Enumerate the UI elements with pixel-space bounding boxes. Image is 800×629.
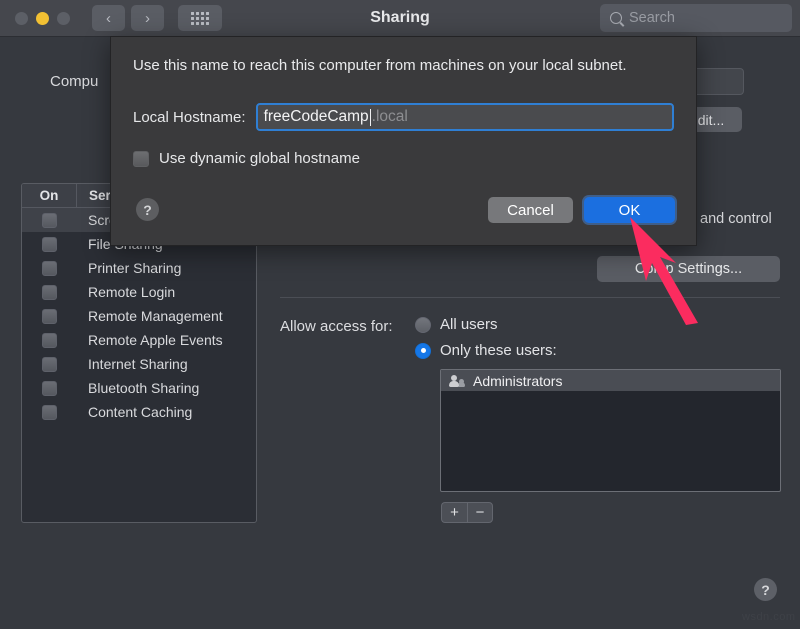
service-label: Remote Login [76,284,175,300]
service-checkbox-wrap[interactable] [22,381,76,396]
user-label: Administrators [473,373,562,389]
service-row-printer-sharing[interactable]: Printer Sharing [22,256,256,280]
checkbox-icon[interactable] [42,285,57,300]
checkbox-icon[interactable] [42,261,57,276]
chevron-right-icon: › [145,11,150,26]
radio-button-icon[interactable] [415,317,431,333]
service-label: Content Caching [76,404,192,420]
dialog-description: Use this name to reach this computer fro… [133,55,633,76]
checkbox-icon[interactable] [42,213,57,228]
search-placeholder: Search [629,10,675,26]
dynamic-global-hostname-row[interactable]: Use dynamic global hostname [133,150,360,167]
hostname-suffix: .local [372,108,408,126]
allow-access-label: Allow access for: [280,318,393,335]
group-users-icon [449,375,465,387]
radio-only-these-users[interactable]: Only these users: [415,342,557,359]
list-item[interactable]: Administrators [441,370,780,391]
navigation-button-group: ‹ › [92,5,164,31]
back-button[interactable]: ‹ [92,5,125,31]
window-titlebar: ‹ › Sharing Search [0,0,800,37]
service-row-content-caching[interactable]: Content Caching [22,400,256,424]
service-checkbox-wrap[interactable] [22,261,76,276]
chevron-left-icon: ‹ [106,11,111,26]
service-checkbox-wrap[interactable] [22,405,76,420]
service-label: Remote Apple Events [76,332,223,348]
radio-button-selected-icon[interactable] [415,343,431,359]
hostname-value: freeCodeCamp [264,108,369,126]
service-row-bluetooth-sharing[interactable]: Bluetooth Sharing [22,376,256,400]
radio-label: All users [440,316,498,333]
service-label: Printer Sharing [76,260,181,276]
show-all-preferences-button[interactable] [178,5,222,31]
minimize-button-icon[interactable] [36,12,49,25]
service-row-remote-apple-events[interactable]: Remote Apple Events [22,328,256,352]
local-hostname-label: Local Hostname: [133,109,246,126]
forward-button[interactable]: › [131,5,164,31]
service-checkbox-wrap[interactable] [22,357,76,372]
search-field[interactable]: Search [600,4,792,32]
text-caret [370,109,371,126]
service-checkbox-wrap[interactable] [22,237,76,252]
ok-button[interactable]: OK [584,197,675,223]
service-row-remote-login[interactable]: Remote Login [22,280,256,304]
radio-label: Only these users: [440,342,557,359]
close-button-icon[interactable] [15,12,28,25]
help-button[interactable]: ? [754,578,777,601]
computer-settings-button[interactable]: Comp Settings... [597,256,780,282]
service-label: Internet Sharing [76,356,188,372]
checkbox-icon[interactable] [42,381,57,396]
column-header-on: On [22,188,76,203]
add-user-button[interactable]: + [441,502,467,523]
checkbox-label: Use dynamic global hostname [159,150,360,167]
service-row-internet-sharing[interactable]: Internet Sharing [22,352,256,376]
watermark-text: wsdn.com [742,611,796,623]
checkbox-icon[interactable] [42,357,57,372]
service-label: Bluetooth Sharing [76,380,199,396]
radio-all-users[interactable]: All users [415,316,498,333]
local-hostname-input[interactable]: freeCodeCamp .local [256,103,674,131]
dialog-help-button[interactable]: ? [136,198,159,221]
checkbox-icon[interactable] [42,309,57,324]
service-description-text: and control [700,211,772,227]
local-hostname-dialog: Use this name to reach this computer fro… [110,36,697,246]
zoom-button-icon[interactable] [57,12,70,25]
checkbox-icon[interactable] [42,405,57,420]
sharing-preferences-window: ‹ › Sharing Search Compu dit... On Serv [0,0,800,629]
service-row-remote-management[interactable]: Remote Management [22,304,256,328]
hostname-field-row: Local Hostname: freeCodeCamp .local [133,103,674,131]
remove-user-button[interactable]: − [467,502,493,523]
service-checkbox-wrap[interactable] [22,213,76,228]
traffic-light-group [15,12,70,25]
search-icon [610,12,622,24]
user-list-controls: + − [441,502,493,523]
grid-view-icon [191,12,209,25]
computer-name-label: Compu [50,73,98,90]
service-checkbox-wrap[interactable] [22,333,76,348]
service-label: Remote Management [76,308,223,324]
allowed-users-list[interactable]: Administrators [440,369,781,492]
cancel-button[interactable]: Cancel [488,197,573,223]
checkbox-icon[interactable] [133,151,149,167]
service-checkbox-wrap[interactable] [22,309,76,324]
checkbox-icon[interactable] [42,237,57,252]
checkbox-icon[interactable] [42,333,57,348]
service-checkbox-wrap[interactable] [22,285,76,300]
section-divider [280,297,780,298]
